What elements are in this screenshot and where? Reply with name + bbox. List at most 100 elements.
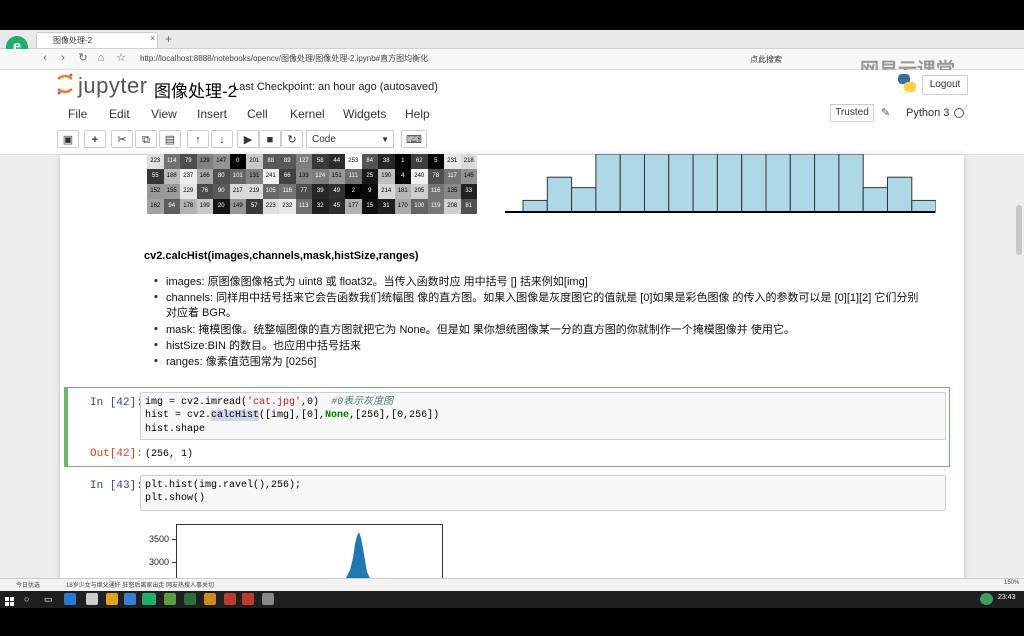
jupyter-logo-icon xyxy=(56,73,74,95)
pixel-cell: 5 xyxy=(427,154,444,169)
menu-file[interactable]: File xyxy=(68,107,87,121)
code-line-2: hist = cv2.calcHist([img],[0],None,[256]… xyxy=(145,410,440,421)
app-taskbar-icon[interactable] xyxy=(242,593,254,605)
menu-widgets[interactable]: Widgets xyxy=(343,107,386,121)
histogram-bar xyxy=(887,176,913,213)
y-tick-mark xyxy=(172,562,176,563)
jupyter-logo-text[interactable]: jupyter xyxy=(78,73,148,99)
forward-icon[interactable]: › xyxy=(56,51,70,65)
menu-help[interactable]: Help xyxy=(405,107,430,121)
move-down-icon[interactable]: ↓ xyxy=(211,130,233,148)
plot-axes xyxy=(176,524,443,580)
add-cell-icon[interactable]: + xyxy=(84,130,106,148)
chevron-down-icon: ▼ xyxy=(381,135,389,144)
pixel-cell: 166 xyxy=(196,169,213,184)
bullet-dot: • xyxy=(154,291,158,303)
task-view-icon[interactable]: ▭ xyxy=(44,594,53,605)
bookmark-star-icon[interactable]: ☆ xyxy=(114,51,128,65)
menu-edit[interactable]: Edit xyxy=(109,107,130,121)
stop-icon[interactable]: ■ xyxy=(259,130,281,148)
pixel-cell: 105 xyxy=(262,184,279,199)
pixel-cell: 111 xyxy=(345,169,362,184)
markdown-heading: cv2.calcHist(images,channels,mask,histSi… xyxy=(144,250,419,262)
status-news[interactable]: 18岁少女与继父通奸 狂怒后离家出走 网友热搜人事关切 xyxy=(66,580,214,589)
bullet-dot: • xyxy=(154,355,158,367)
notebook-title[interactable]: 图像处理-2 xyxy=(154,77,237,102)
pixel-cell: 241 xyxy=(262,169,279,184)
copy-icon[interactable]: ⧉ xyxy=(135,130,157,148)
status-left[interactable]: 今日优选 xyxy=(16,580,40,589)
cut-icon[interactable]: ✂ xyxy=(111,130,133,148)
edit-pencil-icon[interactable]: ✎ xyxy=(881,106,890,119)
bullet-channels: channels: 同样用中括号括来它会告函数我们统幅图 像的直方图。如果入图像… xyxy=(166,292,919,304)
restart-icon[interactable]: ↻ xyxy=(281,130,303,148)
pixel-cell: 77 xyxy=(295,184,312,199)
pixel-cell: 178 xyxy=(180,199,197,214)
system-clock[interactable]: 23:43 xyxy=(998,594,1016,601)
histogram-bar xyxy=(838,154,864,213)
app-taskbar-icon[interactable] xyxy=(204,593,216,605)
bullet-dot: • xyxy=(154,275,158,287)
refresh-icon[interactable]: ↻ xyxy=(76,51,90,65)
menu-view[interactable]: View xyxy=(151,107,177,121)
search-icon[interactable]: ○ xyxy=(24,594,29,604)
app-taskbar-icon[interactable] xyxy=(86,593,98,605)
pixel-cell: 49 xyxy=(328,184,345,199)
y-tick-mark xyxy=(172,539,176,540)
menu-kernel[interactable]: Kernel xyxy=(290,107,325,121)
pixel-cell: 177 xyxy=(345,199,362,214)
pixel-cell: 240 xyxy=(411,169,428,184)
save-icon[interactable]: ▣ xyxy=(57,130,79,148)
pixel-cell: 217 xyxy=(229,184,246,199)
pixel-cell: 9 xyxy=(361,184,378,199)
tab-close-icon[interactable]: × xyxy=(150,33,155,43)
tray-icon[interactable] xyxy=(980,593,993,605)
pixel-cell: 113 xyxy=(295,199,312,214)
back-icon[interactable]: ‹ xyxy=(38,51,52,65)
pixel-cell: 44 xyxy=(328,154,345,169)
search-label[interactable]: 点此搜索 xyxy=(750,54,782,65)
app-taskbar-icon[interactable] xyxy=(262,593,274,605)
pixel-cell: 253 xyxy=(345,154,362,169)
move-up-icon[interactable]: ↑ xyxy=(187,130,209,148)
menu-cell[interactable]: Cell xyxy=(247,107,268,121)
paste-icon[interactable]: ▤ xyxy=(159,130,181,148)
home-icon[interactable]: ⌂ xyxy=(94,51,108,65)
histogram-bar xyxy=(571,187,597,213)
new-tab-icon[interactable]: + xyxy=(165,32,172,46)
url-field[interactable]: http://localhost:8888/notebooks/opencv/图… xyxy=(140,51,780,67)
tab-notebook[interactable]: 图像处理-2 xyxy=(36,32,158,48)
windows-start-icon[interactable] xyxy=(5,595,14,606)
pixel-cell: 181 xyxy=(394,184,411,199)
pixel-cell: 66 xyxy=(279,169,296,184)
run-icon[interactable]: ▶ xyxy=(237,130,259,148)
browser-taskbar-icon[interactable] xyxy=(64,593,76,605)
pixel-cell: 117 xyxy=(444,169,461,184)
zoom-level[interactable]: 150% xyxy=(1004,580,1019,586)
bullet-histsize: histSize:BIN 的数目。也应用中括号括来 xyxy=(166,340,361,352)
logout-button[interactable]: Logout xyxy=(922,75,968,95)
app-taskbar-icon[interactable] xyxy=(106,593,118,605)
trusted-badge[interactable]: Trusted xyxy=(830,104,874,122)
cell-type-select[interactable]: Code ▼ xyxy=(306,130,394,148)
pixel-cell: 33 xyxy=(460,184,477,199)
checkpoint-status: Last Checkpoint: an hour ago (autosaved) xyxy=(233,81,438,93)
pixel-cell: 218 xyxy=(460,154,477,169)
output-prompt: Out[42]: xyxy=(90,448,143,460)
histogram-bar xyxy=(862,187,889,213)
kernel-status-icon xyxy=(954,108,964,118)
app-taskbar-icon[interactable] xyxy=(142,593,156,605)
pixel-cell: 79 xyxy=(180,154,197,169)
app-taskbar-icon[interactable] xyxy=(164,593,176,605)
app-taskbar-icon[interactable] xyxy=(124,593,136,605)
pixel-cell: 152 xyxy=(147,184,164,199)
pixel-cell: 100 xyxy=(411,199,428,214)
keyboard-icon[interactable]: ⌨ xyxy=(401,130,427,148)
scrollbar-thumb[interactable] xyxy=(1016,205,1022,255)
pixel-cell: 223 xyxy=(262,199,279,214)
pixel-cell: 38 xyxy=(378,154,395,169)
app-taskbar-icon[interactable] xyxy=(224,593,236,605)
pixel-cell: 237 xyxy=(180,169,197,184)
menu-insert[interactable]: Insert xyxy=(197,107,227,121)
app-taskbar-icon[interactable] xyxy=(184,593,196,605)
